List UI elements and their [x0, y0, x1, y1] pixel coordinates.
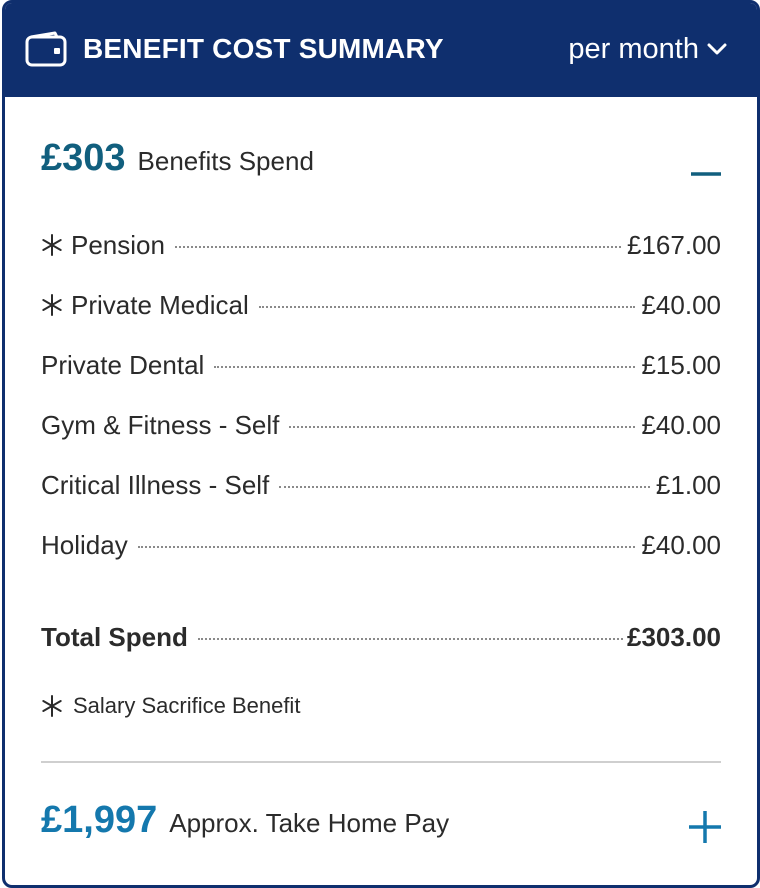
dotted-leader: [214, 366, 636, 368]
period-select-label: per month: [568, 33, 699, 65]
dotted-leader: [279, 486, 650, 488]
benefit-line-private-medical: Private Medical £40.00: [41, 285, 721, 345]
salary-sacrifice-star-icon: [42, 234, 62, 256]
benefit-amount: £40.00: [641, 530, 721, 560]
section-divider: [41, 761, 721, 763]
benefit-name: Private Dental: [41, 350, 205, 380]
benefit-amount: £1.00: [655, 470, 721, 500]
benefit-line-pension: Pension £167.00: [41, 225, 721, 285]
benefit-amount: £15.00: [641, 350, 721, 380]
benefit-line-critical-illness: Critical Illness - Self £1.00: [41, 465, 721, 525]
take-home-amount: £1,997: [41, 799, 158, 841]
benefit-amount: £40.00: [641, 290, 721, 320]
collapse-button[interactable]: [689, 157, 723, 191]
dotted-leader: [137, 546, 636, 548]
take-home-summary: £1,997 Approx. Take Home Pay: [41, 799, 449, 842]
dotted-leader: [289, 426, 636, 428]
take-home-label: Approx. Take Home Pay: [169, 808, 450, 838]
benefit-amount: £167.00: [627, 230, 721, 260]
dotted-leader: [258, 306, 636, 308]
benefit-lines: Pension £167.00 Private Medical £40.00 P…: [41, 225, 721, 585]
benefit-line-private-dental: Private Dental £15.00: [41, 345, 721, 405]
period-select[interactable]: per month: [568, 29, 727, 69]
total-spend-amount: £303.00: [627, 622, 721, 652]
header-title: BENEFIT COST SUMMARY: [83, 33, 444, 64]
benefit-amount: £40.00: [641, 410, 721, 440]
benefit-name: Gym & Fitness - Self: [41, 410, 280, 440]
dotted-leader: [197, 638, 624, 640]
benefit-line-gym-fitness: Gym & Fitness - Self £40.00: [41, 405, 721, 465]
salary-sacrifice-star-icon: [42, 695, 62, 717]
dotted-leader: [174, 246, 622, 248]
benefit-name: Pension: [71, 230, 165, 260]
card-header: BENEFIT COST SUMMARY per month: [5, 3, 757, 97]
chevron-down-icon: [707, 43, 727, 55]
salary-sacrifice-footnote: Salary Sacrifice Benefit: [41, 693, 300, 719]
total-spend-line: Total Spend £303.00: [41, 617, 721, 657]
benefits-spend-summary: £303 Benefits Spend: [41, 137, 314, 180]
wallet-icon: [25, 31, 67, 67]
benefit-line-holiday: Holiday £40.00: [41, 525, 721, 585]
benefits-spend-amount: £303: [41, 137, 126, 179]
salary-sacrifice-star-icon: [42, 294, 62, 316]
benefit-name: Holiday: [41, 530, 128, 560]
expand-button[interactable]: [687, 809, 723, 845]
total-spend-label: Total Spend: [41, 622, 188, 652]
benefit-name: Private Medical: [71, 290, 249, 320]
benefit-cost-summary-card: BENEFIT COST SUMMARY per month £303 Bene…: [2, 0, 760, 888]
benefits-spend-label: Benefits Spend: [137, 146, 314, 176]
plus-icon: [689, 811, 721, 843]
footnote-text: Salary Sacrifice Benefit: [73, 693, 301, 718]
benefit-name: Critical Illness - Self: [41, 470, 270, 500]
